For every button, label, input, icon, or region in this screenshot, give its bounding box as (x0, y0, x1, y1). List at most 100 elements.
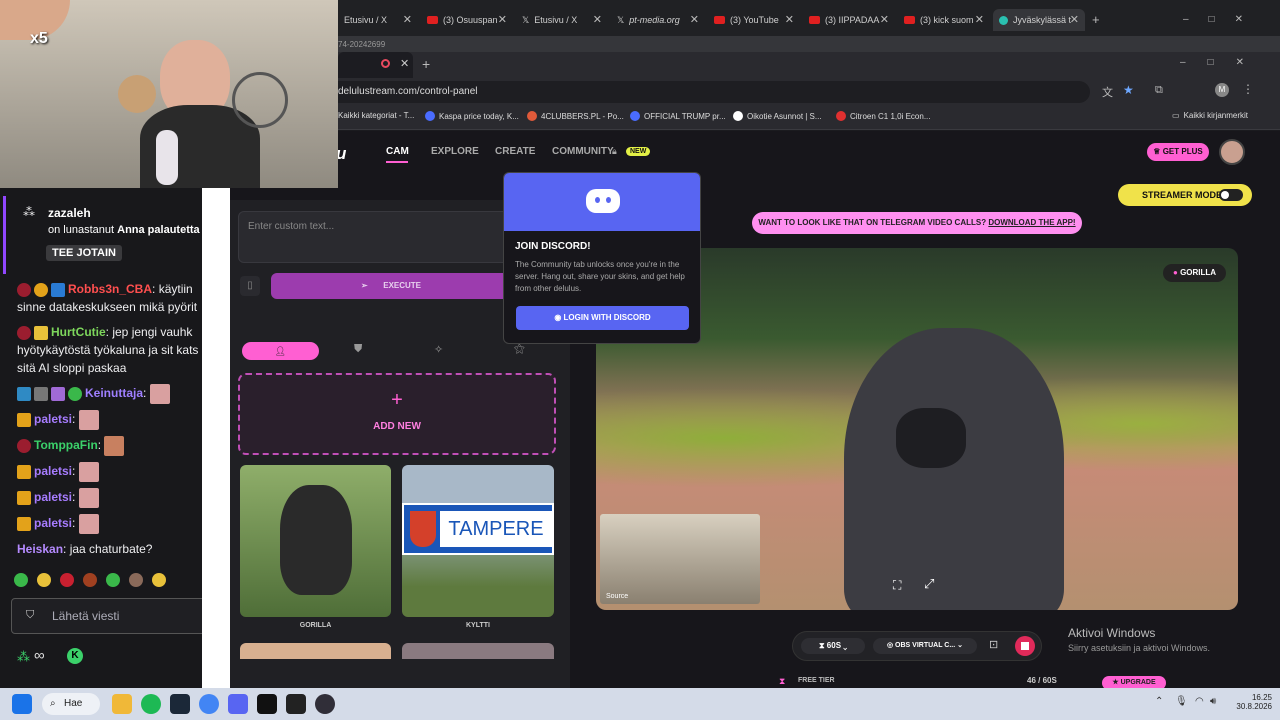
new-tab-button[interactable]: + (1092, 12, 1100, 27)
chat-username[interactable]: paletsi (34, 412, 72, 426)
chat-username[interactable]: paletsi (34, 516, 72, 530)
steam-icon[interactable] (170, 694, 190, 714)
bg-tab[interactable]: (3) kick suom ✕ (898, 9, 990, 31)
all-bookmarks[interactable]: ▭ Kaikki kirjanmerkit (1172, 111, 1248, 120)
crown-icon (17, 413, 31, 427)
bg-address-text: 74-20242699 (338, 40, 386, 49)
chat-username[interactable]: TomppaFin (34, 438, 98, 452)
close-icon[interactable]: ✕ (400, 57, 409, 70)
nav-cam[interactable]: CAM (386, 146, 409, 157)
menu-icon[interactable]: ⋮ (1242, 82, 1254, 96)
redeem-badge: TEE JOTAIN (46, 245, 122, 261)
bookmark[interactable]: OFFICIAL TRUMP pr... (630, 111, 726, 121)
discord-icon[interactable] (228, 694, 248, 714)
promo-banner[interactable]: WANT TO LOOK LIKE THAT ON TELEGRAM VIDEO… (752, 212, 1082, 234)
active-tab[interactable]: ✕ (338, 52, 413, 78)
tab-avatar[interactable]: 👤︎ (242, 342, 319, 360)
extensions-icon[interactable]: ⧉ (1155, 84, 1163, 97)
login-discord-button[interactable]: ◉ LOGIN WITH DISCORD (516, 306, 689, 330)
new-tab-button[interactable]: + (422, 56, 430, 72)
download-app-link[interactable]: DOWNLOAD THE APP! (988, 218, 1075, 227)
chat-username[interactable]: Heiskan (17, 542, 63, 556)
bg-tab[interactable]: Etusivu / X ✕ (338, 9, 418, 31)
close-icon[interactable]: ✕ (403, 13, 412, 26)
nav-create[interactable]: CREATE (495, 146, 535, 157)
window-controls[interactable]: –□✕ (1180, 57, 1266, 68)
emote[interactable] (106, 573, 120, 587)
volume-icon[interactable]: 🔊︎ (1210, 696, 1216, 707)
bookmark[interactable]: Kaikki kategoriat - T... (338, 111, 414, 120)
custom-text-input[interactable]: Enter custom text... (238, 211, 518, 263)
url-field[interactable]: delulustream.com/control-panel (338, 86, 478, 97)
add-new-skin[interactable]: + ADD NEW (238, 373, 556, 455)
emote[interactable] (152, 573, 166, 587)
app-icon[interactable] (286, 694, 306, 714)
emote[interactable] (37, 573, 51, 587)
chat-username[interactable]: Keinuttaja (85, 386, 143, 400)
bookmark[interactable]: Citroen C1 1,0i Econ... (836, 111, 930, 121)
nav-explore[interactable]: EXPLORE (431, 146, 479, 157)
bg-tab[interactable]: (3) IIPPADAA ✕ (803, 9, 895, 31)
chat-input[interactable]: ⛉ Lähetä viesti (11, 598, 202, 634)
emote[interactable] (14, 573, 28, 587)
chrome-icon[interactable] (199, 694, 219, 714)
taskbar-search[interactable]: ⌕ Hae (42, 693, 100, 715)
wifi-icon[interactable]: ◠ (1195, 696, 1204, 707)
file-explorer-icon[interactable] (112, 694, 132, 714)
bookmark-icon[interactable]: ▯ (240, 276, 260, 296)
community-points-icon[interactable]: ⁂ (17, 649, 30, 665)
source-label: Source (606, 593, 629, 600)
profile-avatar[interactable]: M (1215, 83, 1229, 97)
tab-outfit[interactable]: ⛊ (354, 343, 362, 356)
skin-card[interactable] (240, 643, 391, 659)
execute-button[interactable]: ➢ EXECUTE (271, 273, 511, 299)
chat-username[interactable]: paletsi (34, 464, 72, 478)
microphone-icon[interactable]: 🎙︎ (1175, 696, 1188, 707)
chat-username[interactable]: Robbs3n_CBA (68, 282, 152, 296)
discord-title: JOIN DISCORD! (515, 241, 591, 252)
clock[interactable]: 16.25 30.8.2026 (1234, 693, 1272, 711)
emote[interactable] (83, 573, 97, 587)
crop-icon[interactable]: ⛶ (893, 578, 901, 593)
bg-tab[interactable]: (3) YouTube ✕ (708, 9, 800, 31)
nav-community[interactable]: COMMUNITY (552, 146, 614, 157)
emote[interactable] (60, 573, 74, 587)
timer-select[interactable]: ⧗ 60S ⌄ (801, 638, 865, 654)
usage-counter: 46 / 60S (1027, 676, 1057, 685)
tab-magic[interactable]: ⚝ (514, 343, 525, 356)
window-controls[interactable]: –□✕ (1183, 14, 1263, 25)
gorilla-image (280, 485, 352, 595)
x-app-icon[interactable] (257, 694, 277, 714)
sign-image: TAMPERE (402, 503, 554, 555)
obs-icon[interactable] (315, 694, 335, 714)
emote[interactable] (129, 573, 143, 587)
get-plus-button[interactable]: ♕ GET PLUS (1147, 143, 1209, 161)
kick-icon[interactable]: K (67, 648, 83, 664)
streamer-mode-toggle[interactable]: STREAMER MODE (1118, 184, 1252, 206)
star-icon[interactable]: ★ (1123, 83, 1134, 97)
screen-icon[interactable]: ⊡ (989, 638, 998, 651)
bg-tab-active[interactable]: Jyväskylässä t ✕ (993, 9, 1085, 31)
windows-start-icon[interactable] (12, 694, 32, 714)
tray-chevron-icon[interactable]: ⌃ (1155, 696, 1163, 707)
chat-username[interactable]: HurtCutie (51, 325, 106, 339)
bookmark[interactable]: 4CLUBBERS.PL - Po... (527, 111, 624, 121)
skin-card[interactable] (402, 643, 554, 659)
user-avatar[interactable] (1219, 139, 1245, 165)
camera-select[interactable]: ◎ OBS VIRTUAL C... ⌄ (873, 638, 977, 654)
bg-tab[interactable]: (3) Osuuspan ✕ (421, 9, 513, 31)
skin-card-kyltti[interactable]: TAMPERE (402, 465, 554, 617)
chat-username[interactable]: paletsi (34, 490, 72, 504)
bg-tab[interactable]: 𝕏 Etusivu / X ✕ (516, 9, 608, 31)
spotify-icon[interactable] (141, 694, 161, 714)
bg-tab[interactable]: 𝕏pt-media.org ✕ (611, 9, 705, 31)
bookmark[interactable]: Oikotie Asunnot | S... (733, 111, 822, 121)
skin-card-gorilla[interactable] (240, 465, 391, 617)
bookmark[interactable]: Kaspa price today, K... (425, 111, 519, 121)
chat-username[interactable]: zazaleh (48, 206, 91, 220)
stop-button[interactable] (1015, 636, 1035, 656)
translate-icon[interactable]: 文 (1102, 84, 1113, 100)
tab-effects[interactable]: ✧ (434, 343, 443, 356)
emote (78, 410, 99, 430)
fullscreen-icon[interactable]: ⤢ (924, 576, 934, 592)
